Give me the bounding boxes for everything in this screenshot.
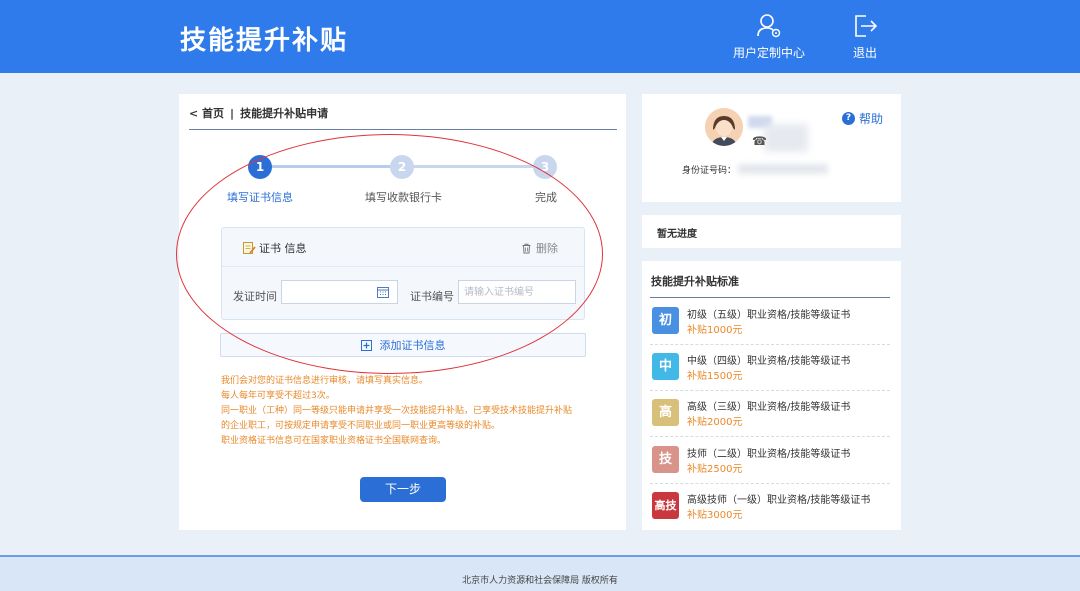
standards-divider [650, 297, 890, 298]
item-divider [650, 436, 890, 437]
subsidy-standards-card: 技能提升补贴标准 初 初级（五级）职业资格/技能等级证书 补贴1000元 中 中… [642, 261, 901, 530]
note-item: 的企业职工，可按规定申请享受不同职业或同一职业更高等级的补贴。 [221, 421, 501, 431]
blurred-info [764, 124, 808, 152]
delete-label: 删除 [536, 242, 558, 255]
person-avatar-icon [705, 108, 743, 146]
top-header: 技能提升补贴 用户定制中心 退出 [0, 0, 1080, 73]
avatar [705, 108, 743, 146]
certificate-info-section: 证书 信息 删除 发证时间 证书编号 [221, 227, 585, 320]
help-link[interactable]: ? 帮助 [842, 110, 883, 127]
list-item: 高 高级（三级）职业资格/技能等级证书 补贴2000元 [650, 391, 890, 437]
level-badge: 高技 [652, 492, 679, 519]
user-center-button[interactable]: 用户定制中心 [728, 12, 810, 64]
cert-number-input[interactable] [458, 280, 576, 304]
breadcrumb-divider [189, 129, 617, 130]
notes-list: 我们会对您的证书信息进行审核，请填写真实信息。 每人每年可享受不超过3次。 同一… [221, 374, 601, 449]
list-item: 高技 高级技师（一级）职业资格/技能等级证书 补贴3000元 [650, 484, 890, 530]
step-connector-2 [413, 165, 541, 168]
note-item: 同一职业（工种）同一等级只能申请并享受一次技能提升补贴，已享受技术技能提升补贴 [221, 406, 573, 416]
help-icon: ? [842, 112, 855, 125]
add-certificate-label: 添加证书信息 [379, 339, 446, 352]
list-item: 中 中级（四级）职业资格/技能等级证书 补贴1500元 [650, 345, 890, 391]
note-item: 我们会对您的证书信息进行审核，请填写真实信息。 [221, 376, 429, 386]
add-certificate-button[interactable]: 添加证书信息 [220, 333, 586, 357]
step-connector-1 [271, 165, 399, 168]
application-card: < 首页 | 技能提升补贴申请 1 2 3 填写证书信息 填写收款银行卡 完成 证书… [179, 94, 626, 530]
step-2-label: 填写收款银行卡 [365, 191, 442, 204]
level-name: 初级（五级）职业资格/技能等级证书 [687, 310, 851, 321]
subsidy-amount: 补贴3000元 [687, 510, 743, 521]
step-1-label: 填写证书信息 [227, 191, 293, 204]
cert-number-label: 证书编号 [410, 290, 454, 303]
app-title: 技能提升补贴 [180, 26, 349, 56]
profile-card: ☎ ? 帮助 身份证号码： [642, 94, 901, 202]
progress-status: 暂无进度 [657, 229, 697, 240]
list-item: 初 初级（五级）职业资格/技能等级证书 补贴1000元 [650, 299, 890, 345]
list-item: 技 技师（二级）职业资格/技能等级证书 补贴2500元 [650, 438, 890, 484]
progress-card: 暂无进度 [642, 215, 901, 248]
level-name: 高级技师（一级）职业资格/技能等级证书 [687, 495, 871, 506]
breadcrumb-current: 技能提升补贴申请 [240, 107, 329, 120]
level-badge: 技 [652, 446, 679, 473]
breadcrumb-home-link[interactable]: < 首页 [189, 107, 224, 120]
level-name: 中级（四级）职业资格/技能等级证书 [687, 356, 851, 367]
subsidy-amount: 补贴1500元 [687, 371, 743, 382]
note-item: 职业资格证书信息可在国家职业资格证书全国联网查询。 [221, 436, 447, 446]
standards-title: 技能提升补贴标准 [651, 275, 739, 288]
logout-label: 退出 [852, 46, 877, 60]
certificate-section-title: 证书 信息 [259, 242, 307, 255]
level-badge: 初 [652, 307, 679, 334]
step-1-circle: 1 [248, 155, 272, 179]
subsidy-amount: 补贴1000元 [687, 325, 743, 336]
step-3-circle: 3 [533, 155, 557, 179]
section-divider [222, 266, 584, 267]
user-settings-icon [757, 14, 781, 38]
level-badge: 高 [652, 399, 679, 426]
level-badge: 中 [652, 353, 679, 380]
breadcrumb: < 首页 | 技能提升补贴申请 [189, 105, 328, 121]
subsidy-amount: 补贴2000元 [687, 417, 743, 428]
help-label: 帮助 [859, 112, 884, 126]
copyright-text: 北京市人力资源和社会保障局 版权所有 [462, 576, 618, 586]
id-number-label: 身份证号码： [682, 166, 737, 176]
plus-square-icon [360, 339, 372, 351]
note-item: 每人每年可享受不超过3次。 [221, 391, 335, 401]
next-step-button[interactable]: 下一步 [360, 477, 446, 502]
issue-date-label: 发证时间 [233, 290, 277, 303]
level-name: 技师（二级）职业资格/技能等级证书 [687, 449, 851, 460]
trash-icon [522, 243, 531, 253]
phone-icon: ☎ [752, 134, 767, 148]
calendar-icon[interactable] [377, 286, 389, 298]
user-center-label: 用户定制中心 [732, 46, 805, 60]
blurred-id-number [738, 164, 828, 174]
subsidy-amount: 补贴2500元 [687, 464, 743, 475]
step-3-label: 完成 [535, 191, 557, 204]
logout-button[interactable]: 退出 [845, 12, 885, 64]
step-2-circle: 2 [390, 155, 414, 179]
breadcrumb-separator: | [230, 107, 235, 120]
edit-document-icon [243, 242, 256, 254]
certificate-section-header: 证书 信息 [242, 240, 307, 256]
level-name: 高级（三级）职业资格/技能等级证书 [687, 402, 851, 413]
page-footer: 北京市人力资源和社会保障局 版权所有 [0, 555, 1080, 591]
delete-certificate-button[interactable]: 删除 [521, 240, 558, 256]
logout-icon [855, 15, 878, 37]
